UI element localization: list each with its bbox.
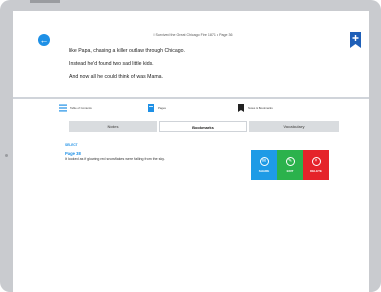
tab-label: Table of Contents <box>70 106 92 110</box>
book-line: Instead he'd found two sad little kids. <box>69 61 154 67</box>
bookmark-add-icon[interactable] <box>350 32 361 48</box>
arrow-left-icon: ← <box>39 35 49 45</box>
delete-icon: × <box>311 157 321 166</box>
tab-notes-bookmarks[interactable]: Notes & Bookmarks <box>237 101 273 115</box>
pages-icon <box>148 104 154 112</box>
book-title: I Survived the Great Chicago Fire 1871 •… <box>153 33 233 37</box>
edit-label: EDIT <box>286 169 294 173</box>
tab-label: Notes & Bookmarks <box>248 106 273 110</box>
device-notch <box>30 0 60 3</box>
panel-tabs: Table of Contents Pages Notes & Bookmark… <box>59 101 349 115</box>
bookmark-excerpt[interactable]: It looked as if glowing red snowflakes w… <box>65 157 165 161</box>
panel-divider <box>13 97 369 99</box>
segment-notes[interactable]: Notes <box>69 121 157 132</box>
segment-bookmarks[interactable]: Bookmarks <box>159 121 247 132</box>
book-line: like Papa, chasing a killer outlaw throu… <box>69 48 185 54</box>
share-label: SHARE <box>258 169 270 173</box>
segmented-control: Notes Bookmarks Vocabulary <box>69 121 339 132</box>
share-button[interactable]: ✉ SHARE <box>251 150 277 180</box>
home-sensor <box>5 154 8 157</box>
reader-screen: ← I Survived the Great Chicago Fire 1871… <box>13 11 369 292</box>
bookmark-icon <box>238 104 244 112</box>
edit-button[interactable]: ✎ EDIT <box>277 150 303 180</box>
book-text: like Papa, chasing a killer outlaw throu… <box>69 45 309 84</box>
bookmark-page-link[interactable]: Page 38 <box>65 151 81 156</box>
tab-label: Pages <box>158 106 166 110</box>
select-button[interactable]: SELECT <box>65 143 78 147</box>
list-icon <box>59 104 67 112</box>
segment-vocabulary[interactable]: Vocabulary <box>249 121 339 132</box>
tab-pages[interactable]: Pages <box>147 101 166 115</box>
tab-table-of-contents[interactable]: Table of Contents <box>59 101 92 115</box>
delete-button[interactable]: × DELETE <box>303 150 329 180</box>
share-icon: ✉ <box>259 157 269 166</box>
book-line: And now all he could think of was Mama. <box>69 74 164 80</box>
notes-bookmarks-panel: Table of Contents Pages Notes & Bookmark… <box>13 97 369 292</box>
back-button[interactable]: ← <box>38 34 50 46</box>
edit-icon: ✎ <box>285 157 295 166</box>
tablet-frame: ← I Survived the Great Chicago Fire 1871… <box>0 0 381 292</box>
delete-label: DELETE <box>310 169 322 173</box>
